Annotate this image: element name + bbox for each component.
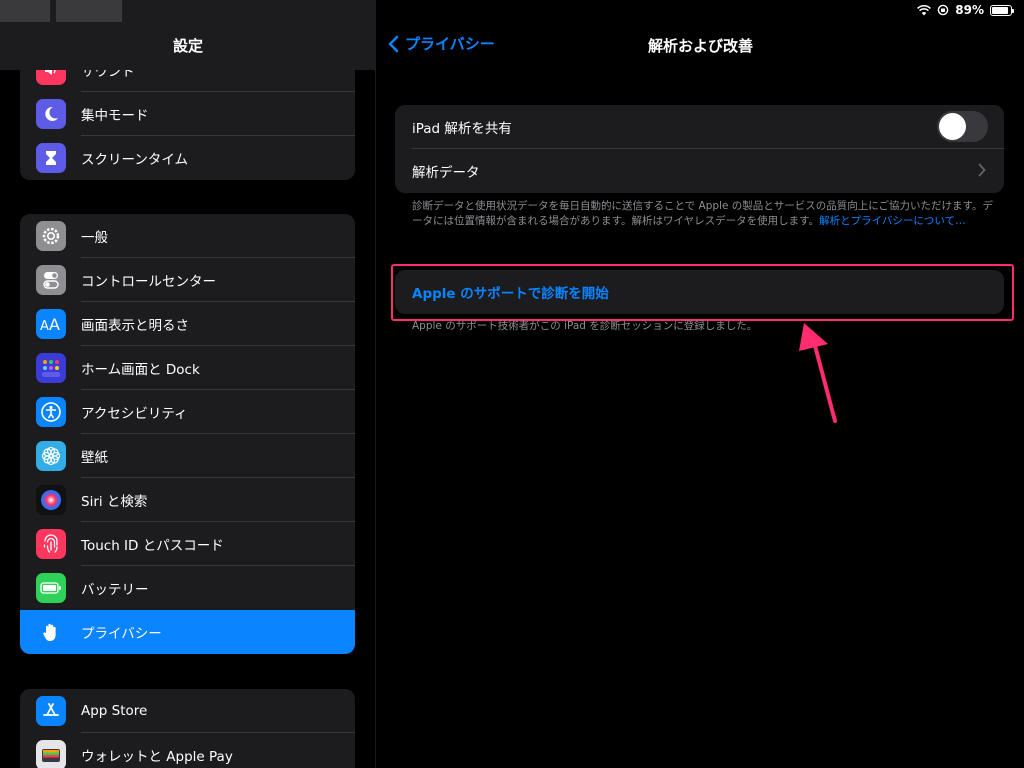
sidebar-item-label: バッテリー — [81, 582, 149, 598]
wallet-icon — [36, 740, 66, 768]
sidebar-item-general[interactable]: 一般 — [20, 214, 355, 258]
sidebar-item-app-store[interactable]: App Store — [20, 689, 355, 733]
sidebar-group-2: 一般 コントロールセンター AA 画面表示と明るさ ホーム画面と Dock アク… — [20, 214, 355, 654]
battery-indicator-icon — [990, 4, 1014, 16]
sidebar-item-label: プライバシー — [81, 626, 162, 642]
sidebar-item-label: ウォレットと Apple Pay — [81, 749, 233, 765]
sidebar-item-label: アクセシビリティ — [81, 406, 188, 422]
blurred-region — [0, 0, 50, 22]
status-bar: 89% — [917, 3, 1014, 17]
moon-icon — [36, 99, 66, 129]
sidebar-item-focus[interactable]: 集中モード — [20, 92, 355, 136]
settings-sidebar: サウンド 集中モード スクリーンタイム 一般 コントロールセンター A A 画面… — [0, 0, 376, 768]
sidebar-item-label: 画面表示と明るさ — [81, 318, 189, 334]
share-analytics-label: iPad 解析を共有 — [412, 121, 512, 137]
toggles-icon — [36, 265, 66, 295]
sidebar-item-wallet[interactable]: ウォレットと Apple Pay — [20, 733, 355, 768]
siri-icon — [36, 485, 66, 515]
sidebar-header: 設定 — [0, 0, 375, 70]
sidebar-item-display[interactable]: AA 画面表示と明るさ — [20, 302, 355, 346]
gear-icon — [36, 221, 66, 251]
sidebar-item-privacy[interactable]: プライバシー — [20, 610, 355, 654]
sidebar-item-accessibility[interactable]: アクセシビリティ — [20, 390, 355, 434]
home-grid-icon — [36, 353, 66, 383]
sidebar-item-touch-id[interactable]: Touch ID とパスコード — [20, 522, 355, 566]
app-store-icon — [36, 696, 66, 726]
flower-icon — [36, 441, 66, 471]
sidebar-item-battery[interactable]: バッテリー — [20, 566, 355, 610]
sidebar-item-label: Touch ID とパスコード — [81, 538, 224, 554]
hand-icon — [36, 617, 66, 647]
svg-text:A: A — [49, 316, 60, 332]
sidebar-item-label: Siri と検索 — [81, 494, 148, 510]
highlight-box — [391, 264, 1014, 321]
battery-fill — [992, 6, 1009, 14]
text-size-icon: AA — [36, 309, 66, 339]
page-title: 解析および改善 — [647, 37, 753, 55]
share-analytics-row: iPad 解析を共有 — [395, 105, 1004, 149]
svg-text:A: A — [40, 319, 49, 332]
orientation-lock-icon — [937, 4, 949, 16]
sidebar-title: 設定 — [172, 37, 203, 55]
hourglass-icon — [36, 143, 66, 173]
privacy-link[interactable]: 解析とプライバシーについて… — [819, 215, 965, 227]
blurred-region — [56, 0, 122, 22]
share-analytics-toggle[interactable] — [937, 111, 988, 142]
fingerprint-icon — [36, 529, 66, 559]
detail-pane: 89% プライバシー 解析および改善 iPad 解析を共有 解析データ 診断デー… — [377, 0, 1024, 768]
toggle-knob — [939, 113, 966, 140]
sidebar-item-siri[interactable]: Siri と検索 — [20, 478, 355, 522]
battery-icon — [36, 573, 66, 603]
sidebar-item-home-screen[interactable]: ホーム画面と Dock — [20, 346, 355, 390]
sidebar-item-label: コントロールセンター — [81, 274, 216, 290]
analytics-card: iPad 解析を共有 解析データ — [395, 105, 1004, 193]
analytics-footnote: 診断データと使用状況データを毎日自動的に送信することで Apple の製品とサー… — [412, 199, 1002, 229]
accessibility-icon — [36, 397, 66, 427]
chevron-right-icon — [978, 163, 986, 177]
battery-percentage: 89% — [955, 3, 984, 17]
sidebar-group-3: App Store ウォレットと Apple Pay — [20, 689, 355, 768]
sidebar-item-label: スクリーンタイム — [81, 152, 189, 168]
analytics-data-label: 解析データ — [412, 165, 480, 181]
sidebar-item-label: 一般 — [81, 230, 108, 246]
sidebar-item-label: 壁紙 — [81, 450, 108, 466]
sidebar-item-label: 集中モード — [81, 108, 149, 124]
annotation-arrow-icon — [799, 323, 837, 423]
sidebar-item-wallpaper[interactable]: 壁紙 — [20, 434, 355, 478]
analytics-data-row[interactable]: 解析データ — [395, 149, 1004, 193]
sidebar-item-label: ホーム画面と Dock — [81, 362, 200, 378]
sidebar-item-label: App Store — [81, 703, 148, 719]
sidebar-item-control-center[interactable]: コントロールセンター — [20, 258, 355, 302]
wifi-icon — [917, 4, 932, 15]
support-footnote: Apple のサポート技術者がこの iPad を診断セッションに登録しました。 — [412, 320, 758, 332]
sidebar-item-screen-time[interactable]: スクリーンタイム — [20, 136, 355, 180]
